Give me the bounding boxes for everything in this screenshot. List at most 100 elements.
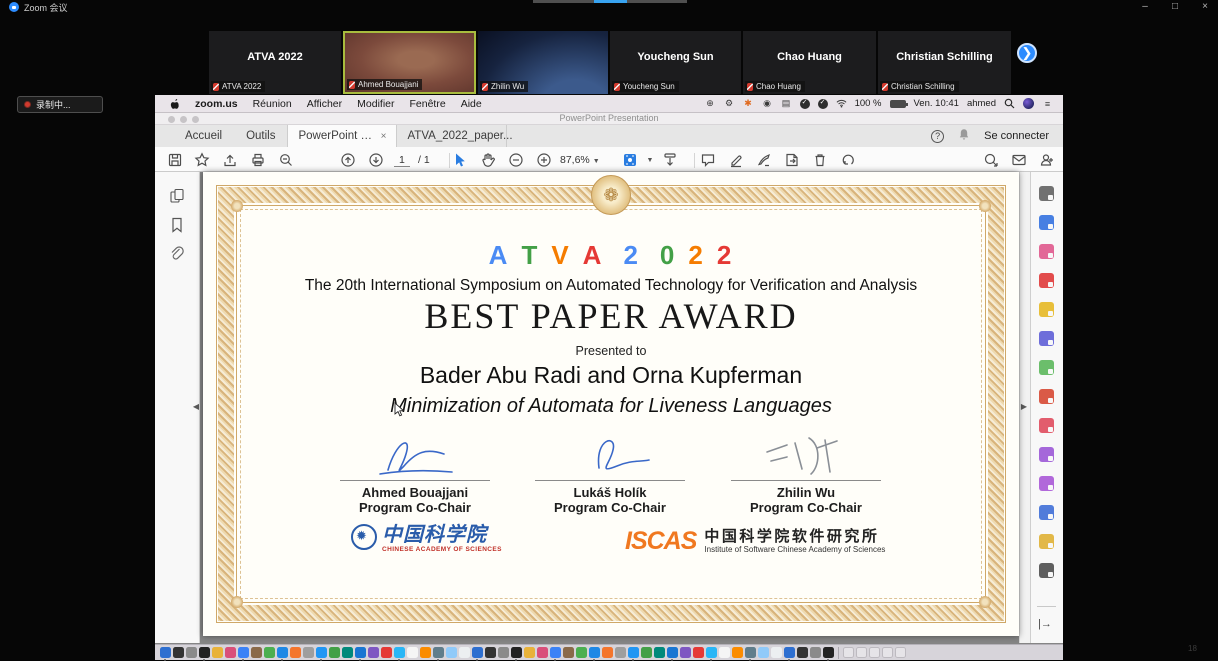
dock-app-icon[interactable] (342, 647, 353, 658)
dock-app-icon[interactable] (680, 647, 691, 658)
search-document-tool-icon[interactable] (1039, 186, 1054, 201)
zoom-in-icon[interactable] (536, 152, 552, 168)
dock-app-icon[interactable] (277, 647, 288, 658)
participant-tile-chao-huang[interactable]: Chao HuangChao Huang (743, 31, 876, 94)
dock-app-icon[interactable] (667, 647, 678, 658)
tab-document-active[interactable]: PowerPoint Prese... × (287, 125, 397, 147)
edit-pdf-tool-icon[interactable] (1039, 360, 1054, 375)
comment-tool-icon[interactable] (1039, 302, 1054, 317)
dock-app-icon[interactable] (251, 647, 262, 658)
menubar-app-name[interactable]: zoom.us (195, 98, 238, 110)
select-tool-icon[interactable] (452, 152, 468, 168)
apple-menu-icon[interactable] (169, 98, 180, 109)
highlight-icon[interactable] (728, 152, 744, 168)
spotlight-search-icon[interactable] (1004, 98, 1015, 109)
dock-app-icon[interactable] (290, 647, 301, 658)
dock-folder-icon[interactable] (882, 647, 893, 658)
request-signatures-tool-icon[interactable] (1039, 389, 1054, 404)
page-width-icon[interactable] (662, 152, 678, 168)
participant-tile-ahmed-bouajjani[interactable]: Ahmed Bouajjani (343, 31, 476, 94)
shield2-status-icon[interactable] (818, 99, 828, 109)
menubar-clock[interactable]: Ven. 10:41 (914, 98, 959, 109)
dock-app-icon[interactable] (537, 647, 548, 658)
print-icon[interactable] (250, 152, 266, 168)
participant-tile-christian-schilling[interactable]: Christian SchillingChristian Schilling (878, 31, 1011, 94)
save-icon[interactable] (167, 152, 183, 168)
fill-and-sign-tool-icon[interactable] (1039, 418, 1054, 433)
add-tools-tool-icon[interactable] (1039, 563, 1054, 578)
dock-app-icon[interactable] (784, 647, 795, 658)
add-user-icon[interactable] (1039, 152, 1055, 168)
zoom-search-icon[interactable] (278, 152, 294, 168)
participant-tile-zhilin-wu[interactable]: Zhilin Wu (478, 31, 608, 94)
combine-files-tool-icon[interactable] (1039, 331, 1054, 346)
dock-app-icon[interactable] (303, 647, 314, 658)
dock-app-icon[interactable] (511, 647, 522, 658)
menu-modifier[interactable]: Modifier (357, 98, 394, 110)
dock-app-icon[interactable] (433, 647, 444, 658)
dock-app-icon[interactable] (628, 647, 639, 658)
close-tab-icon[interactable]: × (381, 131, 387, 142)
delete-trash-icon[interactable] (812, 152, 828, 168)
dock-folder-icon[interactable] (843, 647, 854, 658)
dock-app-icon[interactable] (199, 647, 210, 658)
dock-app-icon[interactable] (524, 647, 535, 658)
compress-pdf-tool-icon[interactable] (1039, 534, 1054, 549)
dock-app-icon[interactable] (394, 647, 405, 658)
dock-folder-icon[interactable] (869, 647, 880, 658)
dock-app-icon[interactable] (654, 647, 665, 658)
next-page-icon[interactable] (368, 152, 384, 168)
maximize-button[interactable]: □ (1164, 0, 1186, 13)
dock-app-icon[interactable] (706, 647, 717, 658)
organize-pages-tool-icon[interactable] (1039, 244, 1054, 259)
dock-app-icon[interactable] (563, 647, 574, 658)
left-panel-collapse-handle[interactable]: ◀ (192, 400, 200, 414)
page-thumbnails-icon[interactable] (169, 188, 185, 204)
email-icon[interactable] (1011, 152, 1027, 168)
dock-folder-icon[interactable] (895, 647, 906, 658)
camera-status-icon[interactable]: ▤ (781, 98, 792, 109)
share-link-icon[interactable] (983, 152, 999, 168)
dock-app-icon[interactable] (173, 647, 184, 658)
menu-fenêtre[interactable]: Fenêtre (410, 98, 446, 110)
dock-app-icon[interactable] (238, 647, 249, 658)
certificates-tool-icon[interactable] (1039, 505, 1054, 520)
dock-app-icon[interactable] (355, 647, 366, 658)
participant-tile-youcheng-sun[interactable]: Youcheng SunYoucheng Sun (610, 31, 741, 94)
dock-app-icon[interactable] (758, 647, 769, 658)
right-panel-expand-handle[interactable]: ▶ (1020, 400, 1028, 414)
dock-app-icon[interactable] (823, 647, 834, 658)
sign-pen-icon[interactable] (756, 152, 772, 168)
dock-app-icon[interactable] (745, 647, 756, 658)
dock-app-icon[interactable] (498, 647, 509, 658)
zoom-level-dropdown[interactable]: 87,6% ▼ (560, 154, 600, 166)
bookmarks-icon[interactable] (169, 217, 185, 233)
next-participants-button[interactable]: ❯ (1017, 43, 1037, 63)
dock-app-icon[interactable] (160, 647, 171, 658)
tab-document-inactive[interactable]: ATVA_2022_paper... (397, 125, 507, 147)
display-status-icon[interactable]: ⊕ (705, 98, 716, 109)
snowflake-status-icon[interactable]: ✱ (743, 98, 754, 109)
collapse-tools-arrow[interactable]: |→ (1038, 618, 1052, 630)
menu-réunion[interactable]: Réunion (253, 98, 292, 110)
dock-app-icon[interactable] (212, 647, 223, 658)
tab-tools[interactable]: Outils (234, 125, 287, 147)
dock-app-icon[interactable] (602, 647, 613, 658)
notifications-bell-icon[interactable] (958, 128, 970, 144)
dock-app-icon[interactable] (316, 647, 327, 658)
menu-afficher[interactable]: Afficher (307, 98, 342, 110)
dock-app-icon[interactable] (771, 647, 782, 658)
dock-app-icon[interactable] (225, 647, 236, 658)
dock-app-icon[interactable] (472, 647, 483, 658)
export-page-icon[interactable] (784, 152, 800, 168)
shield-status-icon[interactable] (800, 99, 810, 109)
attachments-paperclip-icon[interactable] (169, 246, 185, 262)
star-icon[interactable] (194, 152, 210, 168)
fit-page-icon[interactable] (622, 152, 638, 168)
tab-home[interactable]: Accueil (173, 125, 234, 147)
fit-caret[interactable]: ▼ (642, 152, 658, 168)
lock-status-icon[interactable]: ◉ (762, 98, 773, 109)
recording-badge[interactable]: 录制中... (17, 96, 103, 113)
dock-folder-icon[interactable] (856, 647, 867, 658)
dock-app-icon[interactable] (732, 647, 743, 658)
